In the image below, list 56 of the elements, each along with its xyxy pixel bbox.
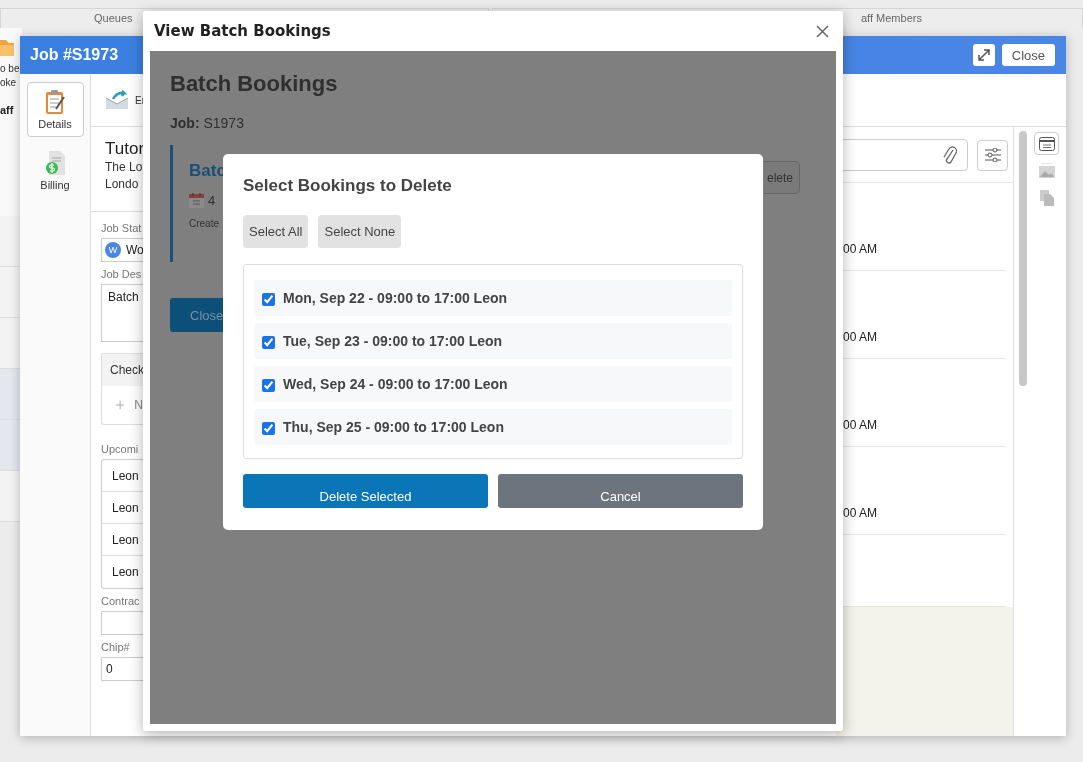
address-line: The Lo bbox=[105, 159, 143, 176]
side-heading: aff bbox=[0, 104, 15, 116]
job-text: Job: S1973 bbox=[170, 115, 245, 131]
checklist-title: Check bbox=[102, 354, 143, 386]
time-text: 00 AM bbox=[842, 242, 878, 256]
close-icon bbox=[816, 24, 829, 38]
select-all-button[interactable]: Select All bbox=[243, 215, 309, 248]
paperclip-icon bbox=[943, 144, 957, 166]
avatar: W bbox=[105, 242, 121, 258]
window-title: Job #S1973 bbox=[30, 46, 119, 64]
field-label: Job Stat bbox=[101, 222, 142, 234]
field-label: Contrac bbox=[101, 595, 140, 607]
status-dropdown[interactable]: W Wo bbox=[101, 238, 143, 262]
rail-tab[interactable]: Details bbox=[26, 82, 84, 137]
time-text: 00 AM bbox=[842, 330, 878, 344]
checkbox[interactable] bbox=[262, 293, 275, 306]
panel-button[interactable] bbox=[1034, 132, 1059, 155]
plus-icon bbox=[116, 400, 125, 410]
dialog-title: View Batch Bookings bbox=[154, 22, 331, 40]
checkbox[interactable] bbox=[262, 379, 275, 392]
select-none-button[interactable]: Select None bbox=[318, 215, 402, 248]
delete-selected-button[interactable]: Delete Selected bbox=[243, 474, 488, 508]
side-text: oke bbox=[0, 76, 18, 90]
field-label: Job Des bbox=[101, 268, 142, 280]
modal-title: Select Bookings to Delete bbox=[243, 176, 453, 196]
batch-title: Batc bbox=[189, 161, 226, 181]
sliders-icon bbox=[984, 148, 1001, 162]
field-label: Chip# bbox=[101, 641, 130, 653]
field-label: Upcomi bbox=[101, 443, 139, 455]
checkbox[interactable] bbox=[262, 422, 275, 435]
filter-button[interactable] bbox=[977, 139, 1008, 171]
cancel-button[interactable]: Cancel bbox=[498, 474, 743, 508]
time-text: 00 AM bbox=[842, 418, 878, 432]
expand-icon bbox=[977, 49, 990, 61]
close-button[interactable]: Close bbox=[1001, 44, 1055, 66]
address-line: Londo bbox=[105, 176, 139, 193]
created-text: Create bbox=[189, 218, 220, 229]
calendar-icon bbox=[189, 193, 204, 208]
side-text: o be bbox=[0, 62, 21, 76]
image-icon bbox=[1038, 162, 1055, 179]
copy-icon bbox=[1039, 189, 1054, 206]
count-text: 4 bbox=[208, 193, 216, 208]
time-text: 00 AM bbox=[842, 506, 878, 520]
envelope-icon bbox=[105, 90, 129, 110]
booking-item[interactable]: Leon bbox=[102, 556, 143, 588]
close-button[interactable] bbox=[816, 24, 829, 38]
checkbox[interactable] bbox=[262, 336, 275, 349]
job-heading: Tutor bbox=[105, 139, 145, 159]
scrollbar[interactable] bbox=[1019, 131, 1027, 386]
invoice-icon bbox=[44, 150, 66, 176]
page-heading: Batch Bookings bbox=[170, 71, 339, 97]
clipboard-icon bbox=[44, 89, 66, 115]
window-icon bbox=[1038, 136, 1055, 151]
add-item-link[interactable]: N bbox=[134, 398, 143, 412]
expand-button[interactable] bbox=[972, 44, 995, 66]
rail-tab[interactable]: Billing bbox=[26, 143, 84, 198]
